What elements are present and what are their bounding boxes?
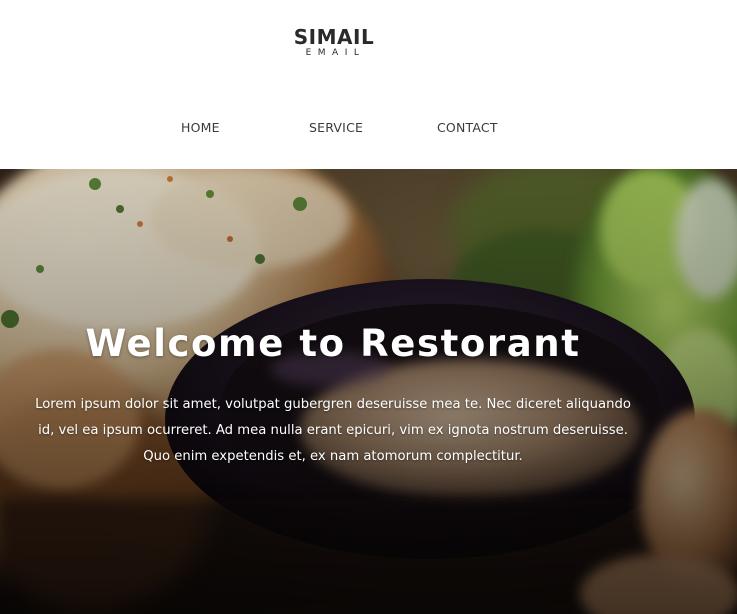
hero-description: Lorem ipsum dolor sit amet, volutpat gub… bbox=[35, 397, 631, 464]
hero-title: Welcome to Restorant bbox=[85, 322, 581, 365]
nav-link-home[interactable]: HOME bbox=[181, 119, 220, 137]
main-nav: HOME SERVICE CONTACT bbox=[0, 119, 737, 139]
nav-link-service[interactable]: SERVICE bbox=[309, 119, 363, 137]
nav-link-contact[interactable]: CONTACT bbox=[437, 119, 498, 137]
logo-title: SIMAIL bbox=[293, 25, 375, 49]
hero-section: Welcome to Restorant Lorem ipsum dolor s… bbox=[0, 169, 737, 614]
site-logo[interactable]: SIMAIL EMAIL bbox=[292, 26, 376, 58]
site-header: SIMAIL EMAIL HOME SERVICE CONTACT bbox=[0, 0, 737, 169]
logo-subtitle: EMAIL bbox=[305, 48, 366, 58]
